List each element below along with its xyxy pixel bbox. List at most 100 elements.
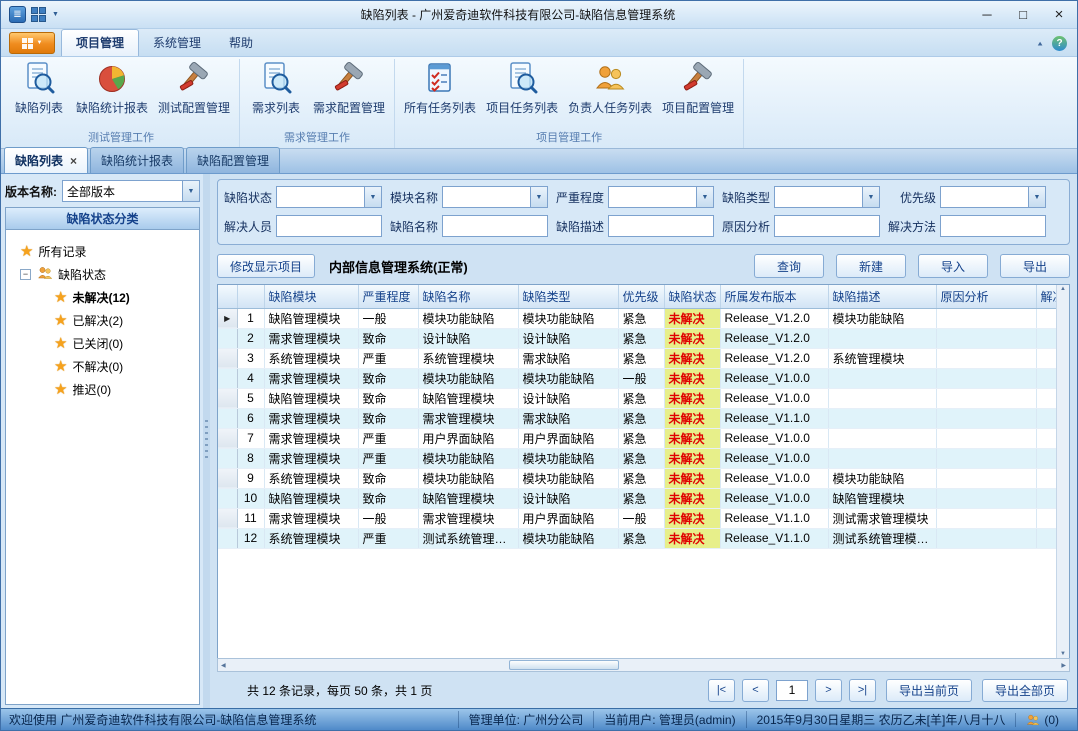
grid-cell[interactable]: 紧急 [618,528,664,548]
ribbon-button[interactable]: 缺陷列表 [7,59,71,119]
help-icon[interactable]: ? [1052,36,1067,51]
grid-row[interactable]: 10缺陷管理模块致命缺陷管理模块设计缺陷紧急未解决Release_V1.0.0缺… [218,488,1056,508]
grid-cell[interactable]: Release_V1.1.0 [720,528,828,548]
row-selector[interactable] [218,348,237,368]
grid-cell[interactable]: 需求缺陷 [518,348,618,368]
grid-cell[interactable]: 系统管理模块 [828,348,936,368]
filter-input[interactable] [608,215,714,237]
scrollbar-thumb[interactable] [509,660,619,670]
grid-cell[interactable]: 模块功能缺陷 [418,368,518,388]
grid-cell[interactable]: 未解决 [664,468,720,488]
grid-cell[interactable] [936,428,1036,448]
tree-item[interactable]: ★已关闭(0) [10,332,195,355]
grid-cell[interactable]: 用户界面缺陷 [518,428,618,448]
collapse-ribbon-icon[interactable]: ▲ [1036,40,1044,47]
first-page-button[interactable]: |< [708,679,735,702]
grid-column-header[interactable]: 优先级 [618,285,664,308]
grid-cell[interactable]: 致命 [358,328,418,348]
last-page-button[interactable]: >| [849,679,876,702]
filter-input[interactable] [940,215,1046,237]
grid-column-header[interactable]: 所属发布版本 [720,285,828,308]
row-selector[interactable] [218,448,237,468]
grid-row[interactable]: ▶1缺陷管理模块一般模块功能缺陷模块功能缺陷紧急未解决Release_V1.2.… [218,308,1056,328]
grid-cell[interactable]: 测试系统管理模块... [828,528,936,548]
dropdown-icon[interactable]: ▼ [364,187,381,207]
grid-cell[interactable]: 紧急 [618,428,664,448]
grid-cell[interactable] [936,448,1036,468]
tree-item[interactable]: ★不解决(0) [10,355,195,378]
grid-cell[interactable]: 需求管理模块 [264,368,358,388]
ribbon-button[interactable]: 测试配置管理 [153,59,235,119]
close-tab-icon[interactable]: × [70,156,77,166]
modify-display-button[interactable]: 修改显示项目 [217,254,315,278]
grid-cell[interactable]: 需求管理模块 [264,428,358,448]
grid-cell[interactable]: 系统管理模块 [264,528,358,548]
grid-cell[interactable]: Release_V1.0.0 [720,448,828,468]
grid-cell[interactable] [1036,368,1056,388]
grid-cell[interactable]: 需求管理模块 [418,408,518,428]
grid-cell[interactable] [828,428,936,448]
scroll-up-icon[interactable]: ▲ [1060,286,1066,292]
grid-cell[interactable] [1036,388,1056,408]
grid-cell[interactable]: 未解决 [664,348,720,368]
grid-row[interactable]: 7需求管理模块严重用户界面缺陷用户界面缺陷紧急未解决Release_V1.0.0 [218,428,1056,448]
qat-dropdown-icon[interactable]: ▼ [52,11,59,18]
grid-row[interactable]: 3系统管理模块严重系统管理模块需求缺陷紧急未解决Release_V1.2.0系统… [218,348,1056,368]
grid-cell[interactable]: 严重 [358,528,418,548]
row-selector[interactable] [218,508,237,528]
grid-cell[interactable]: 未解决 [664,528,720,548]
grid-cell[interactable]: 一般 [358,308,418,328]
grid-cell[interactable] [1036,428,1056,448]
grid-cell[interactable]: Release_V1.0.0 [720,368,828,388]
grid-cell[interactable]: 紧急 [618,448,664,468]
grid-cell[interactable] [1036,308,1056,328]
grid-cell[interactable] [1036,448,1056,468]
vertical-scrollbar[interactable]: ▲ ▼ [1056,285,1069,658]
grid-cell[interactable] [936,408,1036,428]
grid-cell[interactable] [1036,488,1056,508]
grid-cell[interactable]: Release_V1.0.0 [720,388,828,408]
grid-cell[interactable]: 紧急 [618,328,664,348]
grid-cell[interactable]: 测试系统管理模... [418,528,518,548]
grid-cell[interactable] [828,448,936,468]
filter-input[interactable] [276,215,382,237]
grid-cell[interactable]: 缺陷管理模块 [264,388,358,408]
grid-cell[interactable]: 未解决 [664,328,720,348]
grid-cell[interactable]: 模块功能缺陷 [518,308,618,328]
row-selector[interactable]: ▶ [218,308,237,328]
grid-cell[interactable]: 缺陷管理模块 [418,488,518,508]
grid-cell[interactable] [936,488,1036,508]
ribbon-tab[interactable]: 项目管理 [61,29,139,56]
sidebar-splitter[interactable] [203,174,210,708]
grid-cell[interactable]: 紧急 [618,468,664,488]
grid-row[interactable]: 12系统管理模块严重测试系统管理模...模块功能缺陷紧急未解决Release_V… [218,528,1056,548]
grid-column-header[interactable]: 缺陷类型 [518,285,618,308]
ribbon-button[interactable]: 负责人任务列表 [563,59,657,119]
grid-row[interactable]: 4需求管理模块致命模块功能缺陷模块功能缺陷一般未解决Release_V1.0.0 [218,368,1056,388]
grid-cell[interactable]: 一般 [358,508,418,528]
close-button[interactable]: × [1041,1,1077,28]
version-combo[interactable]: 全部版本 ▼ [62,180,200,202]
grid-cell[interactable]: 致命 [358,368,418,388]
tree-item[interactable]: ★所有记录 [10,240,195,263]
row-selector[interactable] [218,408,237,428]
scroll-right-icon[interactable]: ▶ [1058,662,1069,669]
ribbon-button[interactable]: 需求配置管理 [308,59,390,119]
grid-cell[interactable] [1036,528,1056,548]
grid-cell[interactable]: 用户界面缺陷 [518,508,618,528]
grid-cell[interactable] [936,388,1036,408]
grid-column-header[interactable]: 严重程度 [358,285,418,308]
grid-cell[interactable]: 缺陷管理模块 [264,308,358,328]
grid-cell[interactable]: 一般 [618,508,664,528]
ribbon-button[interactable]: 缺陷统计报表 [71,59,153,119]
grid-cell[interactable]: 紧急 [618,388,664,408]
action-button[interactable]: 新建 [836,254,906,278]
page-number-input[interactable] [776,680,808,701]
grid-cell[interactable]: 致命 [358,468,418,488]
row-selector[interactable] [218,368,237,388]
grid-cell[interactable]: 需求管理模块 [264,328,358,348]
document-tab[interactable]: 缺陷配置管理 [186,147,280,173]
prev-page-button[interactable]: < [742,679,769,702]
export-current-page-button[interactable]: 导出当前页 [886,679,972,702]
filter-combo[interactable]: ▼ [442,186,548,208]
